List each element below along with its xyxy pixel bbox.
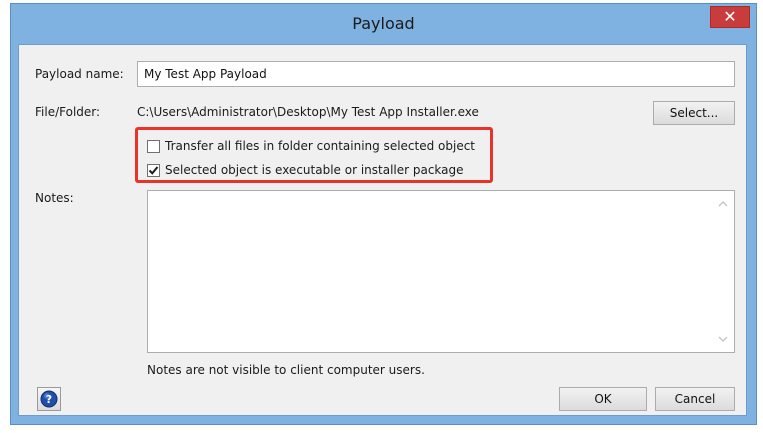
close-icon: ✕	[723, 7, 737, 26]
title-bar[interactable]: Payload ✕	[11, 4, 756, 44]
scroll-down-icon[interactable]	[718, 334, 728, 344]
file-folder-path: C:\Users\Administrator\Desktop\My Test A…	[137, 105, 479, 119]
scroll-up-icon[interactable]	[718, 199, 728, 209]
help-button[interactable]: ?	[37, 387, 61, 411]
window-title: Payload	[352, 14, 415, 33]
notes-textarea[interactable]	[147, 190, 735, 353]
highlight-box	[135, 127, 493, 183]
notes-hint: Notes are not visible to client computer…	[147, 363, 425, 377]
help-icon: ?	[40, 390, 58, 408]
notes-label: Notes:	[35, 191, 74, 205]
cancel-button[interactable]: Cancel	[655, 387, 735, 411]
select-button[interactable]: Select...	[653, 101, 735, 125]
file-folder-label: File/Folder:	[35, 105, 101, 119]
payload-name-input[interactable]: My Test App Payload	[137, 61, 735, 87]
ok-button[interactable]: OK	[559, 387, 647, 411]
svg-text:?: ?	[46, 393, 52, 406]
close-button[interactable]: ✕	[710, 6, 750, 28]
payload-dialog: Payload ✕ Payload name: My Test App Payl…	[10, 3, 757, 425]
dialog-body: Payload name: My Test App Payload File/F…	[18, 44, 747, 416]
payload-name-label: Payload name:	[35, 67, 124, 81]
